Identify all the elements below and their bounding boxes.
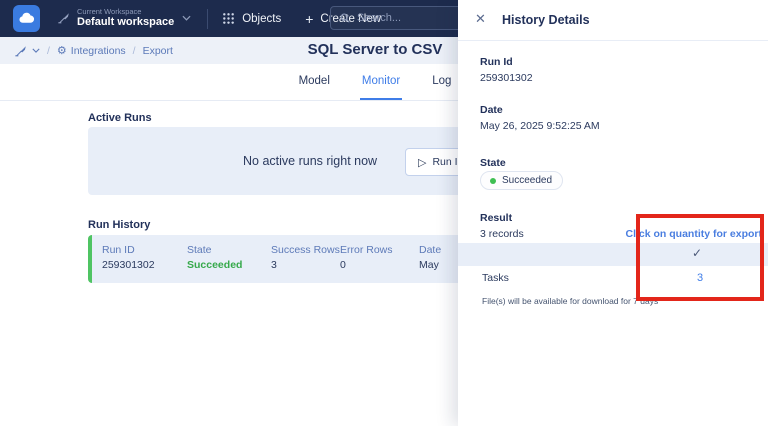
plus-icon: + <box>305 10 314 27</box>
run-id-value: 259301302 <box>102 259 155 272</box>
objects-menu-button[interactable]: Objects <box>222 12 281 25</box>
grid-icon <box>222 12 235 25</box>
tab-monitor[interactable]: Monitor <box>359 64 403 100</box>
windsock-icon <box>57 11 71 25</box>
column-header-run-id: Run ID <box>102 244 135 256</box>
workspace-selector[interactable]: Current Workspace Default workspace <box>57 6 191 29</box>
success-rows-value: 3 <box>271 259 277 272</box>
app-logo[interactable] <box>13 5 40 32</box>
workspace-caption: Current Workspace <box>77 6 142 16</box>
check-icon: ✓ <box>692 246 703 260</box>
result-field-label: Result <box>480 212 513 224</box>
run-history-heading: Run History <box>88 219 151 231</box>
history-details-panel: ✕ History Details Run Id 259301302 Date … <box>458 0 768 426</box>
date-field-label: Date <box>480 104 503 116</box>
records-count: 3 records <box>480 228 524 240</box>
result-highlight-row: ✓ <box>458 243 768 266</box>
search-icon <box>339 12 351 24</box>
status-badge: Succeeded <box>480 171 564 190</box>
download-footnote: File(s) will be available for download f… <box>482 296 659 306</box>
state-field-label: State <box>480 157 506 169</box>
status-badge-label: Succeeded <box>502 175 553 186</box>
export-column-header: Click on quantity for export <box>625 228 762 240</box>
panel-divider <box>458 40 768 41</box>
tab-model[interactable]: Model <box>297 64 332 100</box>
state-value: Succeeded <box>187 259 243 272</box>
run-id-field-label: Run Id <box>480 56 513 68</box>
column-header-error-rows: Error Rows <box>340 244 393 256</box>
date-value: May <box>419 259 439 272</box>
error-rows-value: 0 <box>340 259 346 272</box>
close-icon[interactable]: ✕ <box>475 11 486 27</box>
panel-title: History Details <box>502 13 590 27</box>
run-id-field-value: 259301302 <box>480 72 533 84</box>
cloud-icon <box>18 10 35 27</box>
column-header-date: Date <box>419 244 442 256</box>
green-dot-icon <box>490 177 496 184</box>
column-header-success-rows: Success Rows <box>271 244 340 256</box>
chevron-down-icon <box>182 15 191 22</box>
no-active-runs-text: No active runs right now <box>243 154 378 168</box>
date-field-value: May 26, 2025 9:52:25 AM <box>480 120 600 132</box>
workspace-name: Default workspace <box>77 16 175 29</box>
tab-log[interactable]: Log <box>430 64 453 100</box>
app-window: Current Workspace Default workspace Obje… <box>0 0 768 426</box>
play-icon: ▷ <box>418 156 427 169</box>
objects-label: Objects <box>242 12 282 25</box>
header-divider <box>207 8 209 29</box>
tasks-row-label: Tasks <box>482 272 509 284</box>
tasks-quantity-link[interactable]: 3 <box>697 272 703 284</box>
active-runs-heading: Active Runs <box>88 112 152 124</box>
column-header-state: State <box>187 244 212 256</box>
